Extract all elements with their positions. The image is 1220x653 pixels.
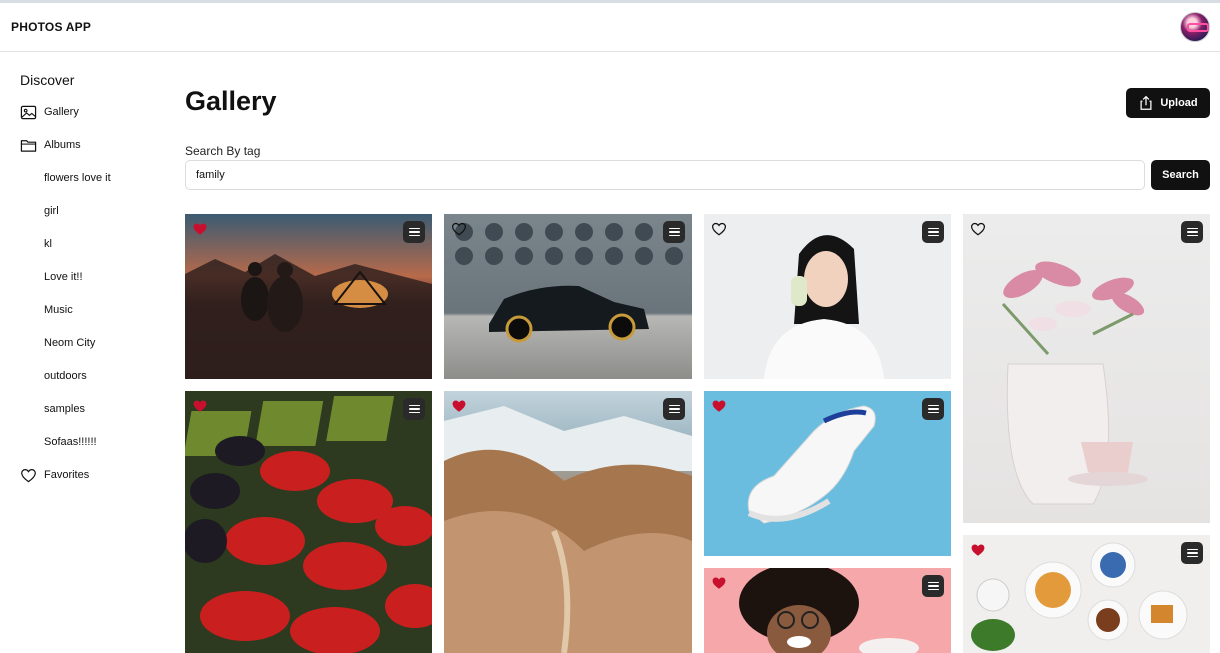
page-title: Gallery [185, 86, 277, 116]
photo-card[interactable] [963, 214, 1210, 523]
photo-image [185, 396, 432, 653]
search-input[interactable] [185, 160, 1145, 190]
sidebar-item-label: Albums [44, 139, 81, 151]
photo-menu-button[interactable] [1181, 542, 1203, 564]
album-item[interactable]: girl [44, 205, 59, 217]
heart-filled-icon[interactable] [192, 398, 208, 414]
photo-menu-button[interactable] [922, 575, 944, 597]
photo-menu-button[interactable] [403, 398, 425, 420]
photo-menu-button[interactable] [663, 398, 685, 420]
heart-filled-icon[interactable] [970, 542, 986, 558]
upload-button[interactable]: Upload [1126, 88, 1210, 118]
search-label: Search By tag [185, 144, 261, 158]
album-item[interactable]: Neom City [44, 337, 95, 349]
heart-filled-icon[interactable] [192, 221, 208, 237]
photo-image [971, 542, 1188, 651]
album-item[interactable]: Music [44, 304, 73, 316]
upload-button-label: Upload [1160, 97, 1198, 109]
sidebar-heading: Discover [20, 72, 75, 88]
sidebar-item-gallery[interactable]: Gallery [20, 100, 79, 124]
image-icon [20, 105, 37, 119]
search-button[interactable]: Search [1151, 160, 1210, 190]
sidebar-item-label: Favorites [44, 469, 90, 481]
photo-card[interactable] [185, 214, 432, 379]
photo-card[interactable] [444, 214, 692, 379]
photo-menu-button[interactable] [1181, 221, 1203, 243]
photo-card[interactable] [704, 391, 951, 556]
photo-image [739, 568, 919, 653]
photo-card[interactable] [185, 391, 432, 653]
photo-image [185, 254, 432, 379]
folder-icon [20, 139, 37, 152]
heart-filled-icon[interactable] [711, 398, 727, 414]
top-bar: PHOTOS APP [0, 0, 1220, 52]
heart-outline-icon[interactable] [970, 221, 986, 237]
heart-icon [21, 468, 36, 482]
photo-menu-button[interactable] [663, 221, 685, 243]
album-item[interactable]: samples [44, 403, 85, 415]
sidebar: Discover Gallery Albums flowers love it … [0, 52, 165, 653]
album-item[interactable]: outdoors [44, 370, 87, 382]
photo-card[interactable] [704, 568, 951, 653]
photo-image [455, 223, 683, 343]
album-item[interactable]: Sofaas!!!!!! [44, 436, 97, 448]
photo-image [747, 405, 876, 524]
sidebar-item-favorites[interactable]: Favorites [20, 463, 89, 487]
heart-outline-icon[interactable] [451, 221, 467, 237]
photo-card[interactable] [963, 535, 1210, 653]
upload-icon [1140, 95, 1152, 110]
user-avatar[interactable] [1180, 12, 1210, 42]
photo-menu-button[interactable] [403, 221, 425, 243]
photo-card[interactable] [444, 391, 692, 653]
sidebar-item-albums[interactable]: Albums [20, 133, 81, 157]
photo-menu-button[interactable] [922, 398, 944, 420]
album-item[interactable]: kl [44, 238, 52, 250]
photo-card[interactable] [704, 214, 951, 379]
photo-image [444, 406, 692, 653]
heart-filled-icon[interactable] [711, 575, 727, 591]
heart-outline-icon[interactable] [711, 221, 727, 237]
photo-menu-button[interactable] [922, 221, 944, 243]
album-item[interactable]: flowers love it [44, 172, 111, 184]
photo-image [1001, 261, 1148, 505]
sidebar-item-label: Gallery [44, 106, 79, 118]
app-title: PHOTOS APP [11, 20, 92, 34]
album-item[interactable]: Love it!! [44, 271, 83, 283]
photo-image [764, 235, 884, 379]
heart-filled-icon[interactable] [451, 398, 467, 414]
